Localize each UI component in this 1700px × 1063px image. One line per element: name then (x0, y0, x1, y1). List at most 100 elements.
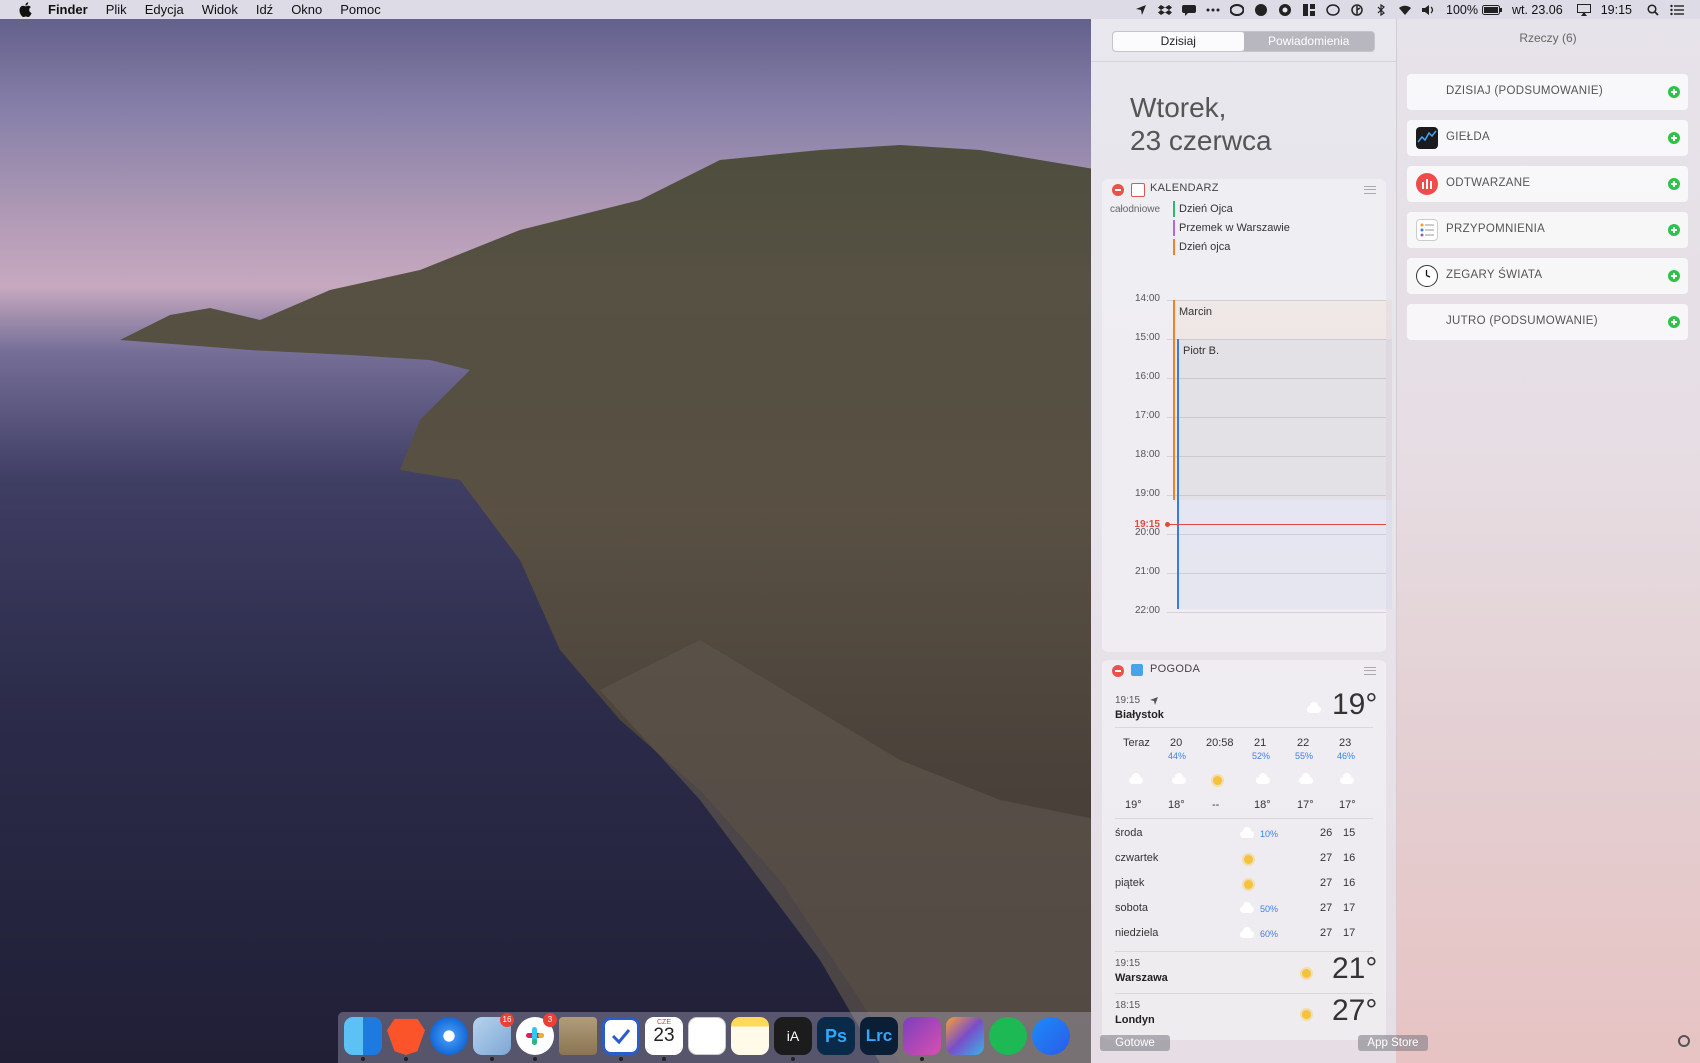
weather-location: Białystok (1115, 709, 1164, 721)
daily-high: 27 (1320, 927, 1333, 939)
affinity-icon[interactable] (903, 1017, 941, 1055)
more-icon[interactable] (1206, 4, 1220, 16)
volume-icon[interactable] (1422, 4, 1436, 16)
spotify-icon[interactable] (989, 1017, 1027, 1055)
list-icon (1420, 223, 1434, 237)
today-column: Dzisiaj Powiadomienia Wtorek, 23 czerwca… (1091, 19, 1396, 1063)
hourly-label: 22 (1297, 737, 1310, 749)
location-icon[interactable] (1134, 4, 1148, 16)
notification-center-icon[interactable] (1670, 4, 1684, 16)
event-color-bar (1177, 339, 1179, 609)
add-widget-icon[interactable] (1668, 224, 1680, 236)
battery-icon[interactable] (1481, 4, 1502, 16)
widget-item-tomorrow-summary[interactable]: JUTRO (PODSUMOWANIE) (1407, 304, 1688, 340)
drag-handle-icon[interactable] (1364, 186, 1376, 194)
menu-view[interactable]: Widok (202, 2, 238, 17)
menu-help[interactable]: Pomoc (340, 2, 380, 17)
battery-percent[interactable]: 100% (1446, 3, 1478, 17)
flux-icon[interactable] (1254, 3, 1268, 16)
widget-item-label: JUTRO (PODSUMOWANIE) (1446, 315, 1598, 327)
add-widget-icon[interactable] (1668, 132, 1680, 144)
done-button[interactable]: Gotowe (1100, 1035, 1170, 1051)
event-name: Dzień Ojca (1179, 203, 1233, 215)
creative-cloud-icon[interactable] (1230, 3, 1244, 16)
final-cut-icon[interactable] (946, 1017, 984, 1055)
bluetooth-icon[interactable] (1350, 3, 1364, 16)
photoshop-icon[interactable]: Ps (817, 1017, 855, 1055)
remove-widget-button[interactable] (1112, 184, 1124, 196)
messenger-icon[interactable] (1032, 1017, 1070, 1055)
hour-row: 22:00 (1102, 605, 1386, 616)
time-machine-icon[interactable] (1326, 3, 1340, 16)
menu-file[interactable]: Plik (106, 2, 127, 17)
allday-event[interactable]: Dzień ojca (1173, 239, 1230, 255)
weather-small-icon (1131, 664, 1143, 676)
hour-line (1167, 612, 1386, 613)
remove-widget-button[interactable] (1112, 665, 1124, 677)
notes-icon[interactable] (731, 1017, 769, 1055)
finder-icon[interactable] (344, 1017, 382, 1055)
menu-window[interactable]: Okno (291, 2, 322, 17)
drag-handle-icon[interactable] (1364, 667, 1376, 675)
daily-day: czwartek (1115, 852, 1159, 864)
gear-icon[interactable] (1678, 1035, 1690, 1047)
daily-precip: 60% (1260, 929, 1279, 939)
items-title: Rzeczy (6) (1519, 31, 1577, 45)
widget-item-stocks[interactable]: GIEŁDA (1407, 120, 1688, 156)
daily-day: piątek (1115, 877, 1145, 889)
safari-icon[interactable] (430, 1017, 468, 1055)
hourly-precip: 44% (1168, 751, 1187, 761)
vpn-icon[interactable] (1278, 3, 1292, 16)
brave-icon[interactable] (387, 1018, 425, 1055)
cloud-icon (1307, 702, 1321, 713)
widget-item-world-clock[interactable]: ZEGARY ŚWIATA (1407, 258, 1688, 294)
widget-item-now-playing[interactable]: ODTWARZANE (1407, 166, 1688, 202)
city-time: 18:15 (1115, 1000, 1141, 1011)
clock-hands-icon (1425, 270, 1431, 278)
allday-event[interactable]: Dzień Ojca (1173, 201, 1233, 217)
things-icon[interactable] (602, 1017, 640, 1055)
lightroom-icon[interactable]: Lrc (860, 1017, 898, 1055)
app-store-button[interactable]: App Store (1358, 1035, 1428, 1051)
reminders-icon[interactable] (688, 1017, 726, 1055)
widget-item-today-summary[interactable]: DZISIAJ (PODSUMOWANIE) (1407, 74, 1688, 110)
menu-app-name[interactable]: Finder (48, 2, 88, 17)
dropbox-icon[interactable] (1158, 4, 1172, 16)
add-widget-icon[interactable] (1668, 270, 1680, 282)
add-widget-icon[interactable] (1668, 316, 1680, 328)
hourly-temp: 17° (1339, 799, 1356, 811)
event-name: Piotr B. (1183, 345, 1220, 357)
archive-icon[interactable] (559, 1017, 597, 1055)
airplay-icon[interactable] (1576, 3, 1591, 16)
calendar-event[interactable]: Piotr B. (1177, 339, 1392, 609)
wifi-icon[interactable] (1398, 4, 1412, 16)
widget-item-reminders[interactable]: PRZYPOMNIENIA (1407, 212, 1688, 248)
weather-divider (1115, 727, 1373, 728)
bluetooth-icon[interactable] (1374, 3, 1388, 16)
running-indicator (791, 1057, 795, 1061)
spaces-icon[interactable] (1302, 3, 1316, 16)
stocks-graph-icon (1417, 130, 1437, 143)
daily-precip: 50% (1260, 904, 1279, 914)
tab-notifications[interactable]: Powiadomienia (1243, 32, 1374, 51)
menu-go[interactable]: Idź (256, 2, 273, 17)
allday-event[interactable]: Przemek w Warszawie (1173, 220, 1290, 236)
nc-bottom-bar: Gotowe App Store (1091, 1023, 1700, 1063)
messages-icon[interactable] (1182, 4, 1196, 16)
tab-today[interactable]: Dzisiaj (1113, 32, 1244, 51)
spotlight-icon[interactable] (1646, 3, 1660, 16)
ia-writer-icon[interactable]: iA (774, 1017, 812, 1055)
rain-icon (1299, 773, 1313, 784)
menu-edit[interactable]: Edycja (145, 2, 184, 17)
menubar-time[interactable]: 19:15 (1601, 3, 1632, 17)
apple-icon[interactable] (18, 2, 32, 17)
add-widget-icon[interactable] (1668, 86, 1680, 98)
rain-icon (1256, 773, 1270, 784)
allday-label: całodniowe (1110, 204, 1161, 215)
hour-label: 22:00 (1134, 605, 1160, 616)
date-day: 23 czerwca (1130, 125, 1272, 156)
add-widget-icon[interactable] (1668, 178, 1680, 190)
menubar-date[interactable]: wt. 23.06 (1512, 3, 1563, 17)
calendar-icon[interactable]: CZE 23 (645, 1017, 683, 1055)
hourly-precip: 55% (1295, 751, 1314, 761)
